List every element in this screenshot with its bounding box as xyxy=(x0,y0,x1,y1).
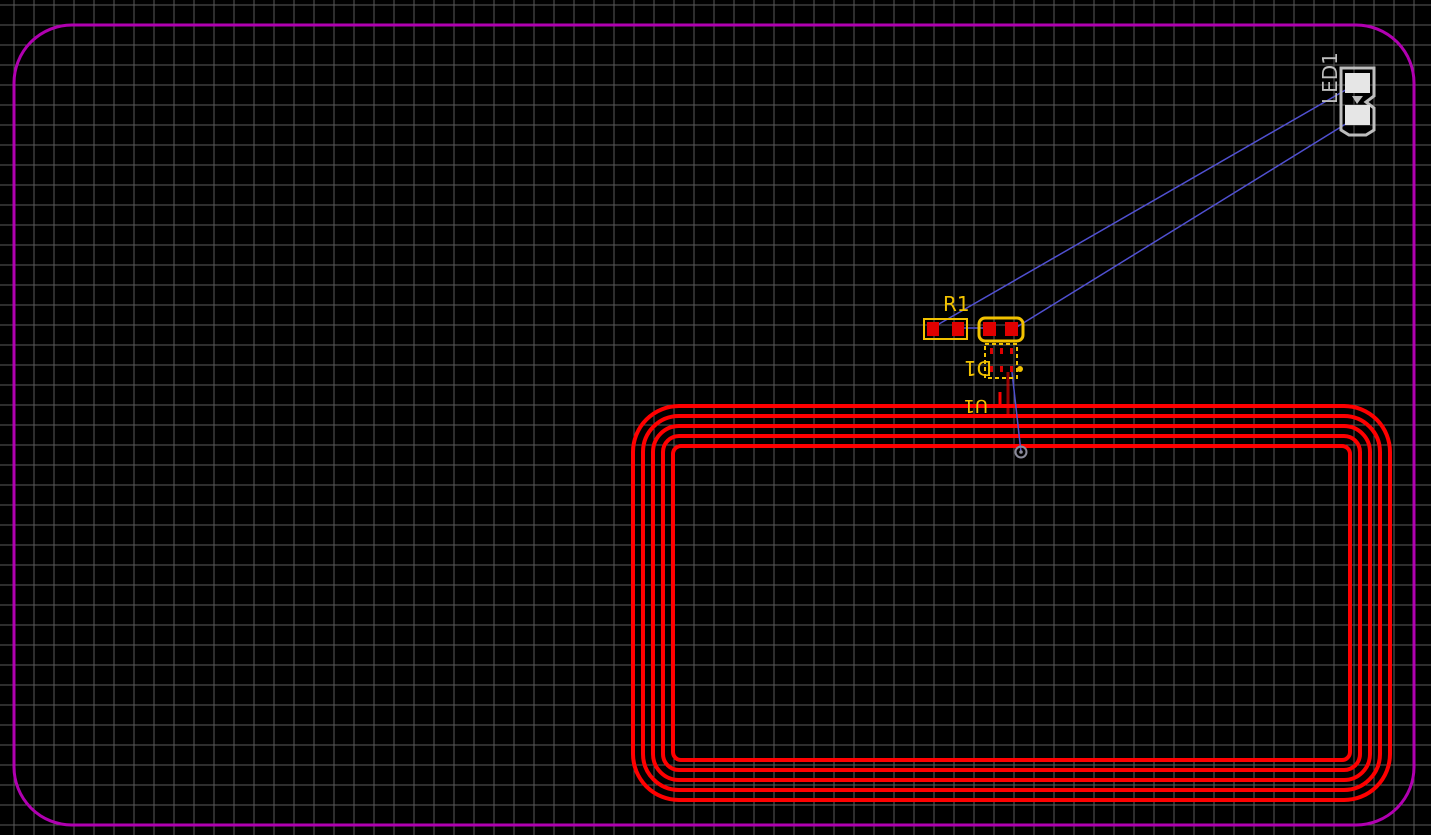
led1-designator: LED1 xyxy=(1318,52,1342,104)
u1-designator: U1 xyxy=(963,395,988,416)
led1-pad-1[interactable] xyxy=(1345,73,1370,93)
pcb-canvas[interactable]: R1 D1 U1 LED1 xyxy=(0,0,1431,835)
r1-pad-1[interactable] xyxy=(927,322,939,336)
d1-pad-2[interactable] xyxy=(1005,322,1018,336)
d1-designator: D1 xyxy=(964,356,992,380)
led1-pad-2[interactable] xyxy=(1345,105,1370,125)
d1-pad-1[interactable] xyxy=(983,322,996,336)
r1-designator: R1 xyxy=(943,292,970,316)
r1-pad-2[interactable] xyxy=(952,322,964,336)
